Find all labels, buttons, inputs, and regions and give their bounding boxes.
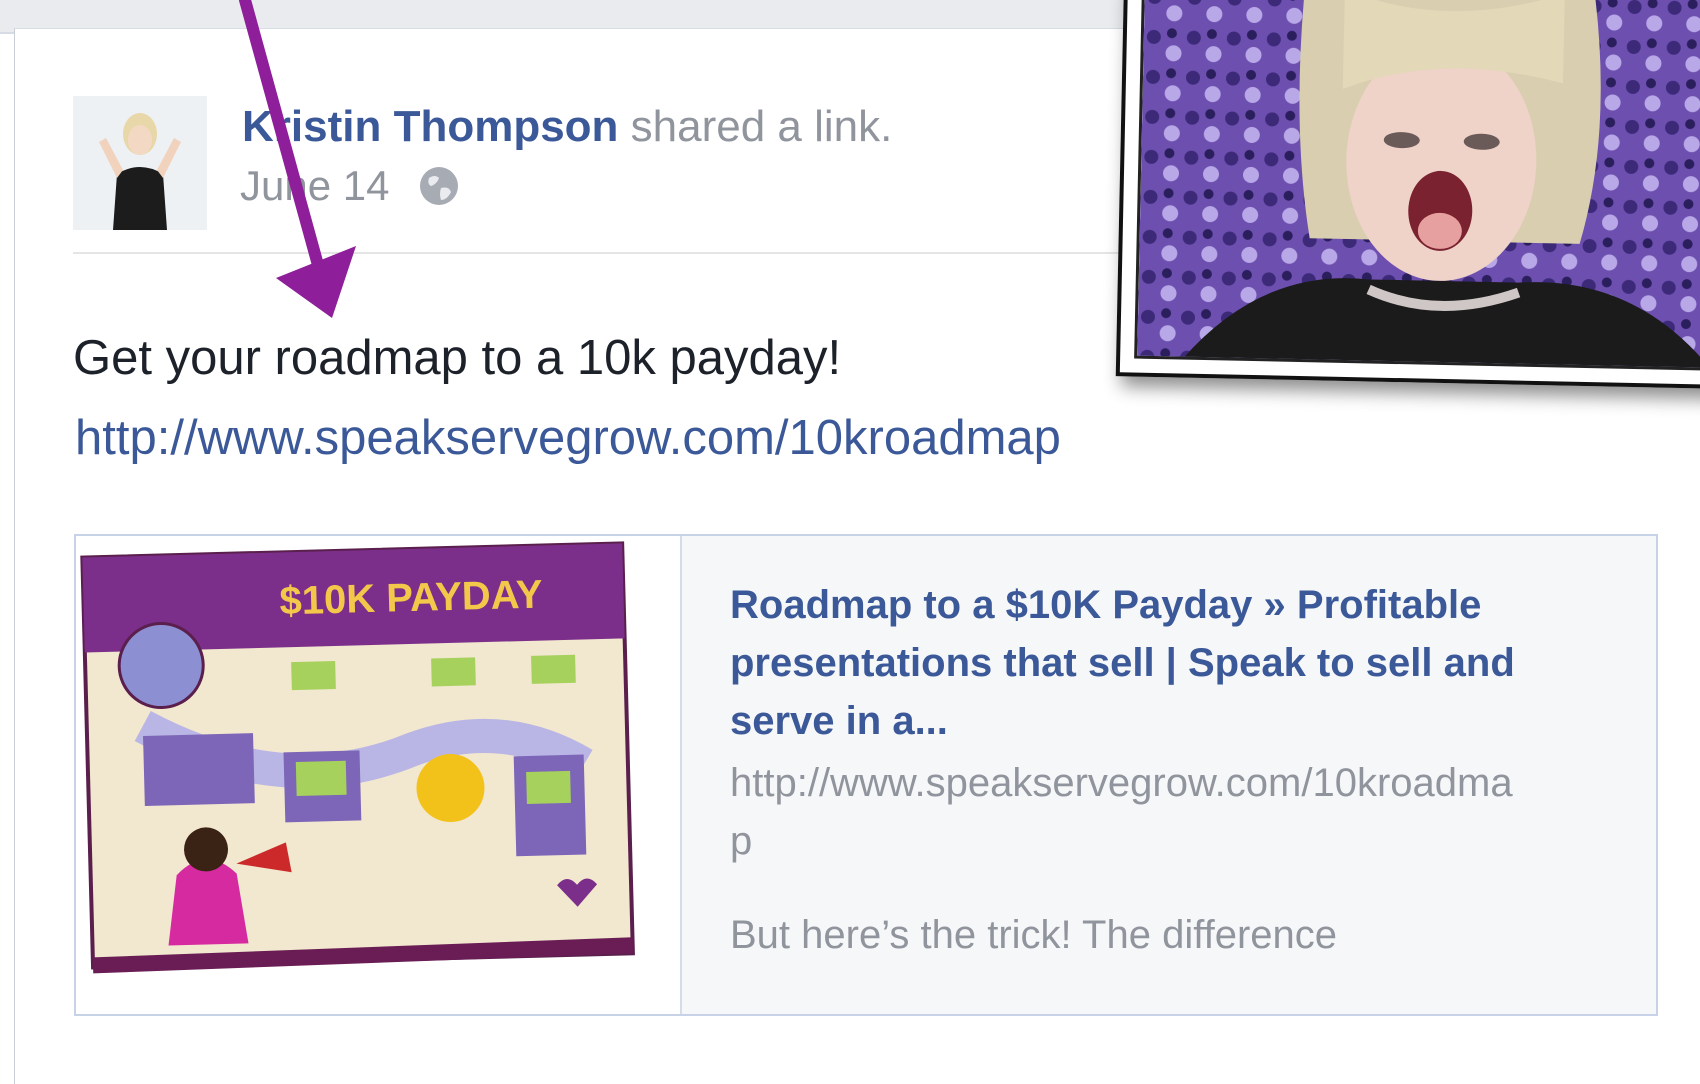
annotation-arrow-icon (239, 0, 356, 318)
